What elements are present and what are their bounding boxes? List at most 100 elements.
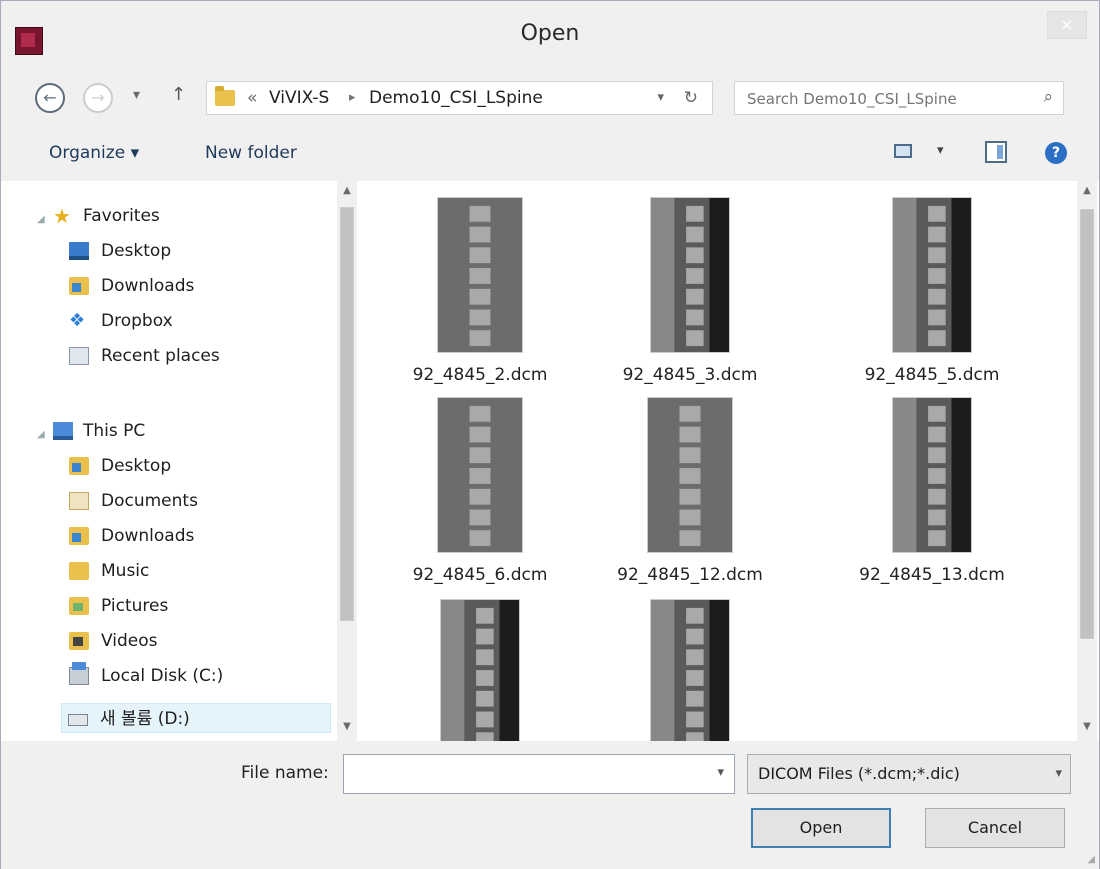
breadcrumb-separator-icon[interactable]: ▸ [349, 82, 356, 114]
dropbox-icon: ❖ [69, 310, 86, 331]
downloads-folder-icon [69, 277, 89, 295]
sidebar-item-label: Pictures [101, 596, 169, 616]
scroll-up-icon[interactable]: ▲ [337, 181, 357, 201]
search-icon[interactable]: ⌕ [1043, 87, 1053, 107]
pictures-folder-icon [69, 597, 89, 615]
sidebar-item-label: Desktop [101, 241, 172, 261]
computer-icon [53, 422, 73, 440]
spine-xray-image [651, 198, 729, 352]
navigation-bar: ← → ▾ ↑ « ViVIX-S ▸ Demo10_CSI_LSpine ▾ … [1, 73, 1099, 125]
sidebar-item-documents[interactable]: Documents [69, 486, 329, 516]
recent-places-icon [69, 347, 89, 365]
open-file-dialog: Open × ← → ▾ ↑ « ViVIX-S ▸ Demo10_CSI_LS… [0, 0, 1100, 869]
downloads-folder-icon [69, 527, 89, 545]
spine-xray-image [651, 600, 729, 741]
breadcrumb-current-folder[interactable]: Demo10_CSI_LSpine [369, 82, 543, 114]
sidebar-item-downloads-pc[interactable]: Downloads [69, 521, 329, 551]
navigation-pane[interactable]: ◢ ★ Favorites Desktop Downloads ❖ Dropbo… [1, 181, 359, 741]
spine-xray-image [893, 198, 971, 352]
favorites-expander-icon[interactable]: ◢ [37, 214, 45, 225]
file-list-scrollbar[interactable]: ▲ ▼ [1077, 181, 1097, 741]
scroll-down-icon[interactable]: ▼ [337, 717, 357, 737]
file-type-value: DICOM Files (*.dcm;*.dic) [758, 764, 960, 783]
help-icon[interactable]: ? [1045, 142, 1067, 164]
recent-locations-chevron-down-icon[interactable]: ▾ [133, 87, 140, 103]
back-arrow-icon[interactable]: ← [35, 83, 65, 113]
file-list-pane[interactable]: ▲ ▼ 92_4845_2.dcm 92_4845_3.dcm 92_4845_5.… [359, 181, 1099, 741]
xray-thumbnail [437, 397, 523, 553]
title-bar[interactable]: Open × [1, 1, 1099, 73]
address-bar[interactable]: « ViVIX-S ▸ Demo10_CSI_LSpine ▾ ↻ [206, 81, 713, 115]
sidebar-item-desktop-pc[interactable]: Desktop [69, 451, 329, 481]
scrollbar-thumb[interactable] [340, 207, 354, 621]
preview-pane-icon[interactable] [985, 141, 1007, 163]
sidebar-item-label: Music [101, 561, 150, 581]
spine-xray-image [441, 600, 519, 741]
file-name: 92_4845_2.dcm [412, 365, 548, 385]
up-arrow-icon[interactable]: ↑ [171, 84, 186, 105]
organize-button[interactable]: Organize ▾ [49, 143, 139, 163]
sidebar-item-favorites[interactable]: ★ Favorites [53, 201, 333, 231]
scrollbar-thumb[interactable] [1080, 209, 1094, 639]
sidebar-item-label: Recent places [101, 346, 220, 366]
scroll-up-icon[interactable]: ▲ [1077, 181, 1097, 201]
spine-xray-image [438, 398, 522, 552]
xray-thumbnail [892, 397, 972, 553]
sidebar-item-label: This PC [83, 421, 146, 441]
resize-grip-icon[interactable]: ◢ [1087, 854, 1095, 865]
search-input[interactable] [745, 86, 1019, 112]
cancel-button[interactable]: Cancel [925, 808, 1065, 848]
spine-xray-image [648, 398, 732, 552]
drive-icon [68, 714, 88, 726]
sidebar-item-music[interactable]: Music [69, 556, 329, 586]
star-icon: ★ [53, 204, 71, 228]
this-pc-expander-icon[interactable]: ◢ [37, 429, 45, 440]
sidebar-item-pictures[interactable]: Pictures [69, 591, 329, 621]
breadcrumb-overflow[interactable]: « [247, 82, 257, 114]
xray-thumbnail [440, 599, 520, 741]
scroll-down-icon[interactable]: ▼ [1077, 717, 1097, 737]
xray-thumbnail [437, 197, 523, 353]
command-toolbar: Organize ▾ New folder ▾ ? [1, 125, 1099, 181]
file-type-select[interactable]: DICOM Files (*.dcm;*.dic) ▾ [747, 754, 1071, 794]
sidebar-item-volume-d[interactable]: 새 볼륨 (D:) [61, 703, 331, 733]
file-name-label: File name: [241, 763, 329, 783]
file-name: 92_4845_5.dcm [864, 365, 1000, 385]
file-type-chevron-down-icon[interactable]: ▾ [1055, 755, 1062, 793]
file-name-input[interactable] [350, 761, 694, 789]
window-title: Open [520, 21, 580, 46]
sidebar-item-label: Downloads [101, 526, 195, 546]
sidebar-item-videos[interactable]: Videos [69, 626, 329, 656]
file-name-combobox[interactable]: ▾ [343, 754, 735, 794]
breadcrumb-vivix[interactable]: ViVIX-S [269, 82, 329, 114]
file-name-chevron-down-icon[interactable]: ▾ [717, 765, 724, 780]
sidebar-item-local-disk[interactable]: Local Disk (C:) [69, 661, 329, 691]
music-folder-icon [69, 562, 89, 580]
sidebar-item-label: Documents [101, 491, 198, 511]
spine-xray-image [893, 398, 971, 552]
folder-icon [215, 86, 235, 106]
sidebar-item-label: 새 볼륨 (D:) [100, 709, 190, 729]
sidebar-item-dropbox[interactable]: ❖ Dropbox [69, 306, 329, 336]
sidebar-item-label: Videos [101, 631, 158, 651]
new-folder-button[interactable]: New folder [205, 143, 297, 163]
desktop-icon [69, 242, 89, 260]
change-view-icon[interactable] [894, 144, 912, 158]
address-dropdown-chevron-down-icon[interactable]: ▾ [657, 82, 664, 114]
search-box[interactable]: ⌕ [734, 81, 1064, 115]
xray-thumbnail [892, 197, 972, 353]
spine-xray-image [438, 198, 522, 352]
open-button[interactable]: Open [751, 808, 891, 848]
navigation-pane-scrollbar[interactable]: ▲ ▼ [337, 181, 357, 741]
sidebar-item-label: Favorites [83, 206, 160, 226]
sidebar-item-this-pc[interactable]: This PC [53, 416, 333, 446]
xray-thumbnail [647, 397, 733, 553]
sidebar-item-label: Local Disk (C:) [101, 666, 224, 686]
sidebar-item-desktop[interactable]: Desktop [69, 236, 329, 266]
refresh-icon[interactable]: ↻ [684, 82, 698, 114]
forward-arrow-icon[interactable]: → [83, 83, 113, 113]
sidebar-item-recent-places[interactable]: Recent places [69, 341, 329, 371]
sidebar-item-downloads[interactable]: Downloads [69, 271, 329, 301]
close-button[interactable]: × [1047, 11, 1087, 39]
view-options-chevron-down-icon[interactable]: ▾ [937, 143, 944, 158]
